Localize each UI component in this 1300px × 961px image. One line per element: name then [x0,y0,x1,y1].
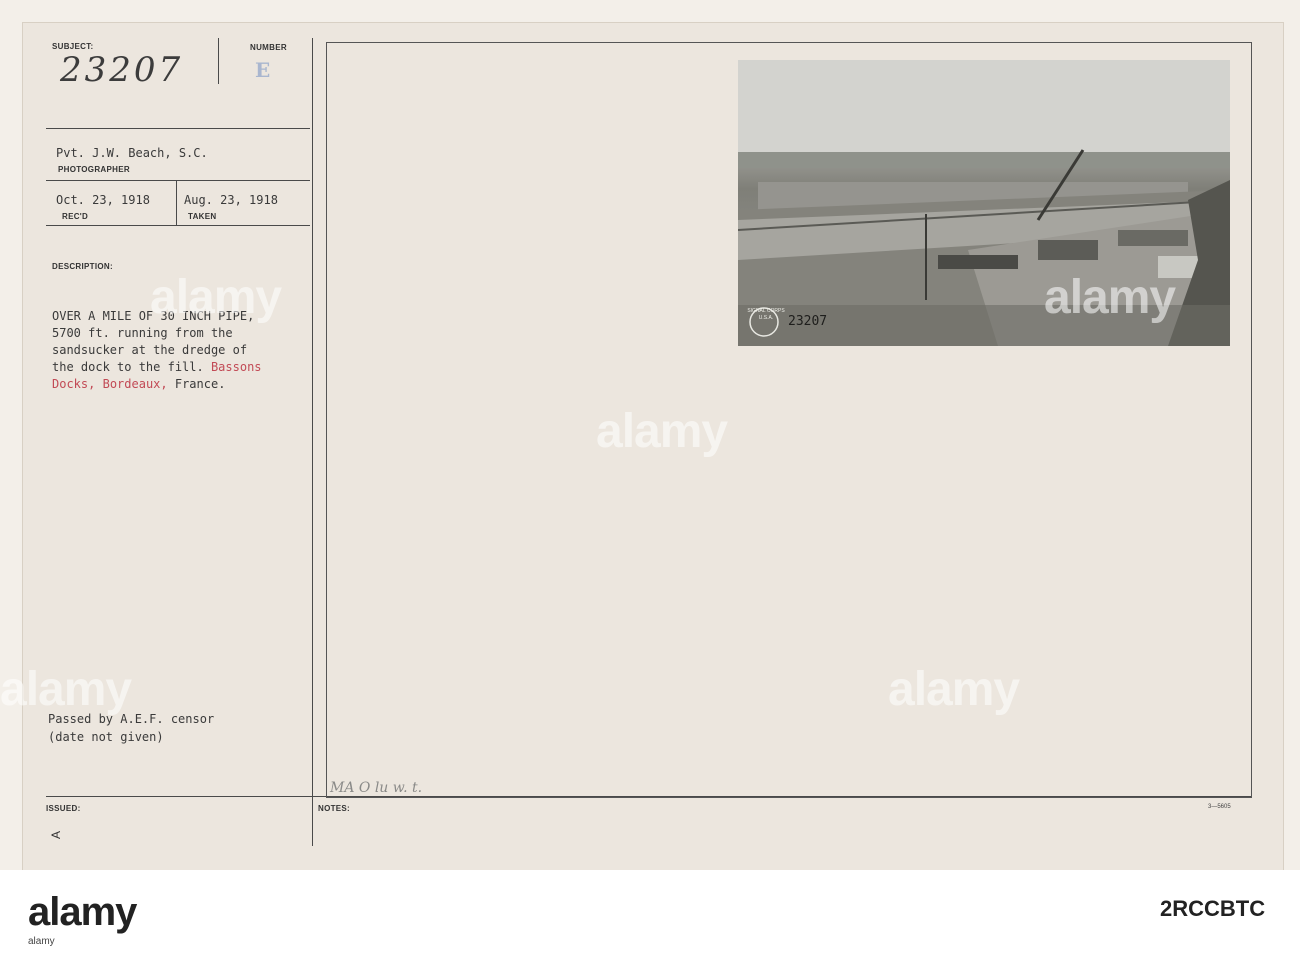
rule-column-divider [312,38,313,846]
issued-label: ISSUED: [46,804,81,813]
location-name-red-2: Docks, [52,377,96,391]
number-label: NUMBER [250,43,287,52]
alamy-logo[interactable]: alamy [28,890,137,935]
stock-footer [0,870,1300,961]
watermark-1: alamy [150,271,282,324]
description-label: DESCRIPTION: [52,262,113,271]
location-name-red-3: Bordeaux, [102,377,168,391]
footer-brand-small: alamy [28,936,55,947]
form-number: 3—5605 [1208,804,1231,810]
description-line-4: the dock to the fill. [52,360,204,374]
rule-dates-bottom [46,225,310,226]
watermark-4: alamy [0,663,132,716]
watermark-2: alamy [596,405,728,458]
taken-label: TAKEN [188,212,217,221]
alamy-url-hint: alamy [28,936,55,947]
photographer-label: PHOTOGRAPHER [58,165,130,174]
location-name-red-1: Bassons [210,360,262,374]
subject-number-handwritten: 23207 [60,50,184,90]
received-label: REC'D [62,212,89,221]
image-id: 2RCCBTC [1160,896,1266,921]
received-date: Oct. 23, 1918 [56,193,150,207]
rule-photographer-bottom [46,180,310,181]
description-line-2: 5700 ft. running from the [52,326,233,340]
notes-label: NOTES: [318,804,351,813]
taken-date: Aug. 23, 1918 [184,193,278,207]
watermark-5: alamy [888,663,1020,716]
rule-dates-divider [176,180,177,225]
watermark-3: alamy [1044,271,1176,324]
photographer-name: Pvt. J.W. Beach, S.C. [56,146,208,160]
signal-corps-seal: SIGNAL CORPS U.S.A. [747,308,785,321]
rule-subject-bottom [46,128,310,129]
photo-stamp-number: 23207 [788,314,828,329]
number-stamp: E [255,58,271,82]
censor-line-2: (date not given) [48,730,164,744]
rule-subject-divider [218,38,219,84]
description-line-3: sandsucker at the dredge of [52,343,248,357]
location-country: France. [174,377,226,391]
issued-mark: A [49,830,64,840]
